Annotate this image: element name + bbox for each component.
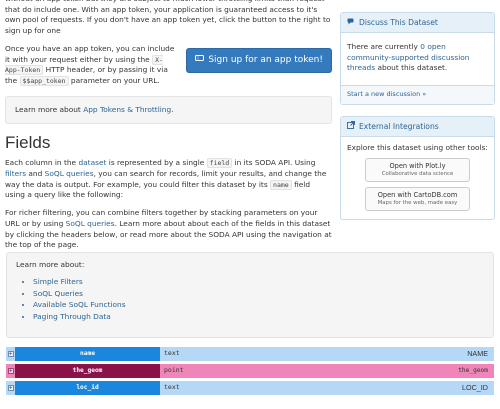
field-api-name: LOC_ID — [462, 382, 488, 392]
main-content: without an app token but they are subjec… — [5, 0, 332, 258]
field-type: text — [164, 383, 180, 392]
external-link-icon — [347, 120, 355, 132]
ticket-icon — [195, 54, 205, 67]
learn-more-well: Learn more about: Simple Filters SoQL Qu… — [6, 252, 494, 338]
field-list: + name text NAME + the_geom point the_ge… — [6, 347, 494, 398]
paging-link[interactable]: Paging Through Data — [33, 311, 484, 323]
expand-icon[interactable]: + — [6, 364, 15, 378]
comments-icon — [347, 17, 355, 28]
open-with-cartodb-button[interactable]: Open with CartoDB.com Maps for the web, … — [365, 186, 470, 211]
open-with-plotly-button[interactable]: Open with Plot.ly Collaborative data sci… — [365, 158, 470, 182]
app-token-intro: without an app token but they are subjec… — [5, 0, 332, 37]
app-tokens-throttling-link[interactable]: App Tokens & Throttling — [83, 105, 171, 114]
simple-filters-link[interactable]: Simple Filters — [33, 276, 484, 288]
dataset-link[interactable]: dataset — [78, 158, 106, 167]
external-integrations-panel: External Integrations Explore this datas… — [340, 115, 495, 220]
soql-queries-link[interactable]: SoQL queries — [45, 169, 94, 178]
field-api-name: the_geom — [458, 366, 488, 374]
external-panel-header: External Integrations — [341, 116, 494, 137]
soql-queries-link-3[interactable]: SoQL Queries — [33, 288, 484, 300]
field-type: point — [164, 366, 184, 375]
sidebar: Discuss This Dataset There are currently… — [340, 0, 495, 226]
app-token-param-code: $$app_token — [19, 76, 69, 87]
signup-app-token-button[interactable]: Sign up for an app token! — [186, 47, 332, 73]
field-api-name: NAME — [467, 348, 488, 358]
discuss-panel-header: Discuss This Dataset — [341, 13, 494, 33]
name-code: name — [270, 179, 292, 190]
fields-heading: Fields — [5, 132, 51, 152]
expand-icon[interactable]: + — [6, 347, 15, 361]
intro-line-3: requests. If you don't have an app token… — [5, 15, 331, 36]
learn-more-list: Simple Filters SoQL Queries Available So… — [33, 276, 484, 323]
token-usage-row: Once you have an app token, you can incl… — [5, 44, 332, 87]
field-name: the_geom — [15, 364, 160, 378]
field-code: field — [206, 158, 233, 169]
field-type: text — [164, 349, 180, 358]
filters-link[interactable]: filters — [5, 169, 26, 178]
field-name: loc_id — [15, 381, 160, 395]
token-usage-text: Once you have an app token, you can incl… — [5, 43, 175, 87]
field-row-loc-id[interactable]: + loc_id text LOC_ID — [6, 381, 494, 395]
fields-description: Each column in the dataset is represente… — [5, 158, 327, 200]
signup-button-label: Sign up for an app token! — [208, 54, 323, 65]
soql-functions-link[interactable]: Available SoQL Functions — [33, 299, 484, 311]
soql-queries-link-2[interactable]: SoQL queries — [66, 219, 115, 228]
external-panel-text: Explore this dataset using other tools: — [347, 142, 488, 152]
start-discussion-link[interactable]: Start a new discussion » — [341, 85, 494, 104]
discuss-panel-title: Discuss This Dataset — [359, 18, 438, 27]
discuss-panel: Discuss This Dataset There are currently… — [340, 12, 495, 105]
field-name: name — [15, 347, 160, 361]
field-row-the-geom[interactable]: + the_geom point the_geom — [6, 364, 494, 378]
learn-more-title: Learn more about: — [16, 260, 85, 269]
external-panel-title: External Integrations — [359, 121, 439, 131]
field-row-name[interactable]: + name text NAME — [6, 347, 494, 361]
external-panel-body: Explore this dataset using other tools: … — [341, 137, 494, 219]
filtering-description: For richer filtering, you can combine fi… — [5, 208, 332, 250]
discuss-panel-body: There are currently 0 open community-sup… — [347, 42, 470, 73]
expand-icon[interactable]: + — [6, 381, 15, 395]
throttle-info-well: Learn more about App Tokens & Throttling… — [5, 95, 332, 124]
